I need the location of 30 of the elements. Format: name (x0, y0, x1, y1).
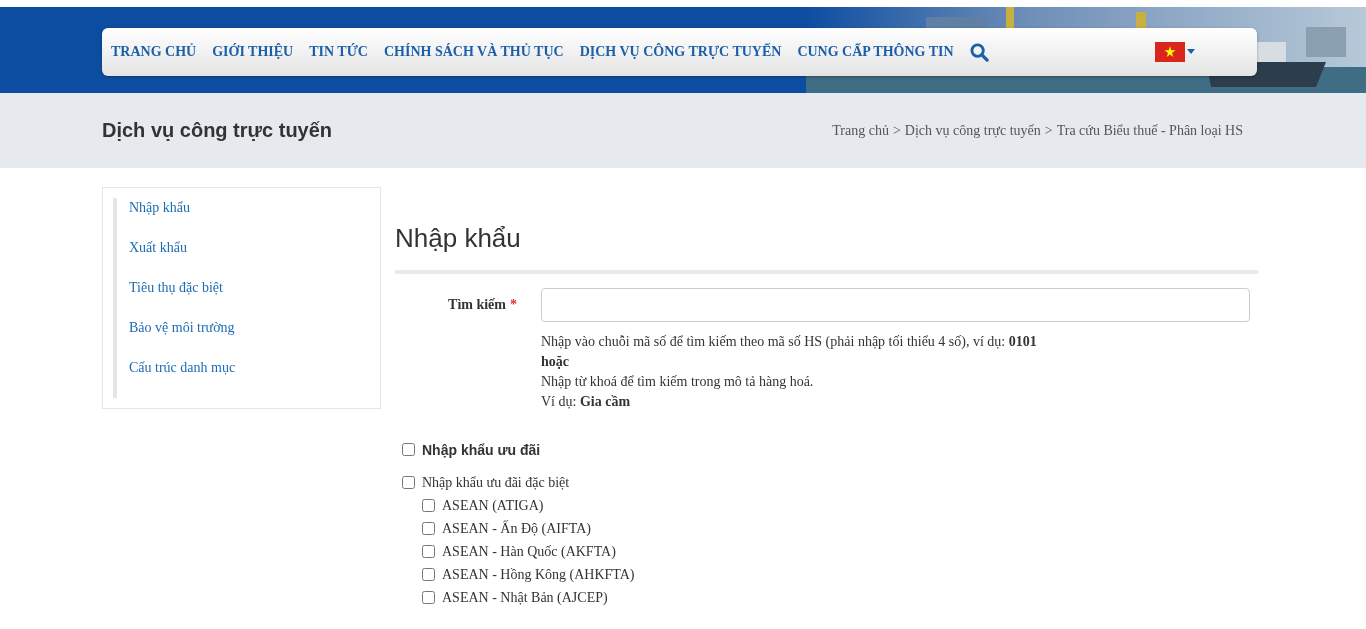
sidebar-link[interactable]: Tiêu thụ đặc biệt (129, 278, 380, 318)
hint-text: Nhập vào chuỗi mã số để tìm kiếm theo mã số HS (phải nhập tối thiểu 4 số), ví dụ: 0101 (541, 333, 1038, 351)
breadcrumb-link[interactable]: Tra cứu Biểu thuế - Phân loại HS (1056, 122, 1243, 139)
nav-link[interactable]: TIN TỨC (309, 44, 368, 60)
option-label: ASEAN - Ấn Độ (AIFTA) (442, 520, 591, 537)
breadcrumb-link[interactable]: Dịch vụ công trực tuyến (904, 122, 1041, 139)
section-title: Nhập khẩu (395, 223, 1258, 274)
page-title: Dịch vụ công trực tuyến (102, 119, 333, 142)
nav-link[interactable]: CUNG CẤP THÔNG TIN (797, 44, 954, 60)
hint-text: hoặc (541, 353, 570, 371)
nav-link[interactable]: GIỚI THIỆU (212, 44, 294, 60)
sidebar-link[interactable]: Cấu trúc danh mục (129, 358, 380, 398)
breadcrumb-link[interactable]: Trang chủ (832, 122, 889, 139)
option-label: ASEAN - Hàn Quốc (AKFTA) (442, 543, 616, 560)
nav-link[interactable]: DỊCH VỤ CÔNG TRỰC TUYẾN (579, 44, 782, 60)
field-label: Tìm kiếm * (447, 297, 517, 313)
breadcrumb-separator: > (1044, 122, 1053, 139)
option-label: ASEAN (ATIGA) (442, 497, 544, 514)
option-label: ASEAN - Hồng Kông (AHKFTA) (442, 566, 635, 583)
option-label: Nhập khẩu ưu đãi đặc biệt (422, 474, 570, 491)
option-label: ASEAN - Nhật Bản (AJCEP) (442, 589, 608, 606)
sidebar-link[interactable]: Bảo vệ môi trường (129, 318, 380, 358)
breadcrumb-separator: > (892, 122, 901, 139)
sidebar-link[interactable]: Xuất khẩu (129, 238, 380, 278)
hint-text: Ví dụ: Gia cầm (541, 393, 632, 411)
nav-link[interactable]: CHÍNH SÁCH VÀ THỦ TỤC (383, 44, 564, 60)
hint-text: Nhập từ khoá để tìm kiếm trong mô tả hàng hoá. (541, 373, 815, 391)
sidebar-link[interactable]: Nhập khẩu (129, 198, 380, 238)
nav-link[interactable]: TRANG CHỦ (111, 44, 197, 60)
option-label: Nhập khẩu ưu đãi (422, 441, 541, 458)
